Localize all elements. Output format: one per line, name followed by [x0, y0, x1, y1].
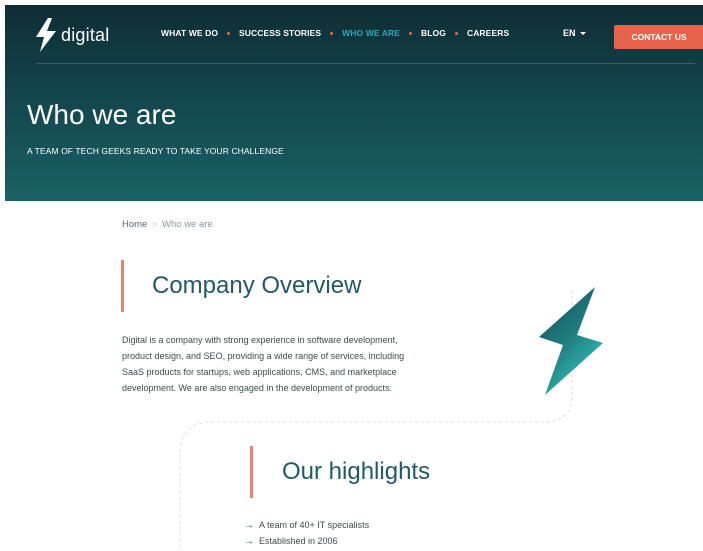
- breadcrumb-separator: >: [152, 220, 158, 229]
- list-item: → A team of 40+ IT specialists: [244, 517, 369, 533]
- overview-line: Digital is a company with strong experie…: [122, 335, 398, 345]
- section-accent-bar: [121, 260, 124, 312]
- highlights-list: → A team of 40+ IT specialists → Establi…: [244, 517, 369, 549]
- breadcrumb: Home > Who we are: [122, 219, 213, 230]
- company-overview-text: Digital is a company with strong experie…: [122, 332, 452, 396]
- section-accent-bar: [250, 446, 253, 498]
- overview-line: product design, and SEO, providing a wid…: [122, 351, 405, 361]
- lightning-bolt-icon: [539, 287, 603, 395]
- arrow-right-icon: →: [244, 519, 254, 531]
- highlight-text: Established in 2006: [259, 536, 338, 546]
- highlights-heading: Our highlights: [282, 458, 431, 485]
- company-overview-heading: Company Overview: [152, 272, 362, 299]
- overview-line: SaaS products for startups, web applicat…: [122, 367, 397, 377]
- breadcrumb-home-link[interactable]: Home: [122, 219, 147, 230]
- overview-line: development. We are also engaged in the …: [122, 383, 393, 393]
- highlight-text: A team of 40+ IT specialists: [259, 520, 370, 530]
- arrow-right-icon: →: [244, 535, 254, 547]
- breadcrumb-current: Who we are: [162, 219, 213, 230]
- list-item: → Established in 2006: [244, 533, 369, 549]
